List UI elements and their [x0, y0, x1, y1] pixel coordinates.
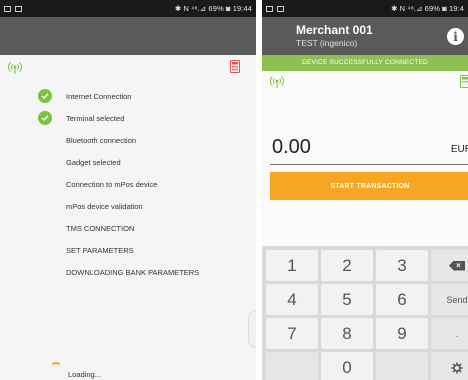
amount-underline — [270, 164, 468, 165]
icon-row — [262, 71, 468, 101]
backspace-icon: × — [449, 260, 465, 271]
loading-spinner-icon — [50, 362, 62, 374]
status-bar: ✱ N ⁴⁸.⊿ 69% ◙ 19:44 — [0, 0, 256, 17]
key-1[interactable]: 1 — [266, 250, 318, 281]
settings-key[interactable] — [431, 352, 468, 380]
step-label: DOWNLOADING BANK PARAMETERS — [66, 267, 200, 277]
step-label: SET PARAMETERS — [66, 245, 134, 255]
app-bar: Merchant 001 TEST (ingenico) i — [262, 17, 468, 55]
info-icon[interactable]: i — [447, 28, 464, 45]
dot-key[interactable]: . — [431, 318, 468, 349]
empty-key-left — [266, 352, 318, 380]
step-label: Internet Connection — [66, 91, 132, 101]
amount-value[interactable]: 0.00 — [272, 136, 311, 159]
check-icon — [38, 89, 52, 103]
step-label: Connection to mPos device — [66, 179, 158, 189]
key-3[interactable]: 3 — [376, 250, 428, 281]
key-6[interactable]: 6 — [376, 284, 428, 315]
status-left-icons — [4, 5, 22, 12]
key-0[interactable]: 0 — [321, 352, 373, 380]
app-bar — [0, 17, 256, 55]
loading-text: Loading... — [68, 370, 101, 379]
amount-row[interactable]: 0.00 EUR — [262, 136, 468, 160]
step-tms-connection: TMS CONNECTION — [0, 217, 256, 239]
step-label: Bluetooth connection — [66, 135, 137, 145]
calculator-icon[interactable] — [460, 75, 468, 88]
empty-key-right — [376, 352, 428, 380]
check-icon — [38, 111, 52, 125]
signal-icon — [8, 62, 22, 74]
step-label: mPos device validation — [66, 201, 143, 211]
step-mpos-validation: mPos device validation — [0, 195, 256, 217]
key-9[interactable]: 9 — [376, 318, 428, 349]
start-transaction-button[interactable]: START TRANSACTION — [270, 172, 468, 200]
right-phone-screen: ✱ N ⁴⁸.⊿ 69% ◙ 19:4 Merchant 001 TEST (i… — [262, 0, 468, 380]
step-bluetooth-connection: Bluetooth connection — [0, 129, 256, 151]
step-label: Gadget selected — [66, 157, 121, 167]
status-right: ✱ N ⁴⁸.⊿ 69% ◙ 19:44 — [174, 4, 252, 13]
send-key[interactable]: Send — [431, 284, 468, 315]
calculator-icon[interactable] — [230, 60, 240, 73]
currency-label: EUR — [450, 144, 468, 155]
status-bar: ✱ N ⁴⁸.⊿ 69% ◙ 19:4 — [262, 0, 468, 17]
key-4[interactable]: 4 — [266, 284, 318, 315]
step-label: TMS CONNECTION — [66, 223, 135, 233]
icon-row — [0, 55, 256, 77]
backspace-key[interactable]: × — [431, 250, 468, 281]
step-connection-mpos: Connection to mPos device — [0, 173, 256, 195]
step-gadget-selected: Gadget selected — [0, 151, 256, 173]
status-left-icons — [266, 5, 284, 12]
step-set-parameters: SET PARAMETERS — [0, 239, 256, 261]
connection-status-banner: DEVICE SUCCESSFULLY CONNECTED — [262, 55, 468, 71]
merchant-subtitle: TEST (ingenico) — [296, 38, 358, 48]
left-phone-screen: ✱ N ⁴⁸.⊿ 69% ◙ 19:44 Internet Connection… — [0, 0, 256, 380]
merchant-name: Merchant 001 — [296, 23, 373, 37]
key-2[interactable]: 2 — [321, 250, 373, 281]
connection-steps-list: Internet Connection Terminal selected Bl… — [0, 85, 256, 283]
edge-scroll-handle[interactable] — [248, 310, 256, 348]
status-right: ✱ N ⁴⁸.⊿ 69% ◙ 19:4 — [391, 4, 464, 13]
step-terminal-selected: Terminal selected — [0, 107, 256, 129]
key-5[interactable]: 5 — [321, 284, 373, 315]
step-internet-connection: Internet Connection — [0, 85, 256, 107]
signal-icon — [270, 76, 284, 88]
settings-icon — [451, 362, 463, 373]
numeric-keypad: 1 2 3 × 4 5 6 Send 7 8 9 . 0 — [262, 246, 468, 380]
step-downloading-bank-parameters: DOWNLOADING BANK PARAMETERS — [0, 261, 256, 283]
key-7[interactable]: 7 — [266, 318, 318, 349]
step-label: Terminal selected — [66, 113, 125, 123]
key-8[interactable]: 8 — [321, 318, 373, 349]
